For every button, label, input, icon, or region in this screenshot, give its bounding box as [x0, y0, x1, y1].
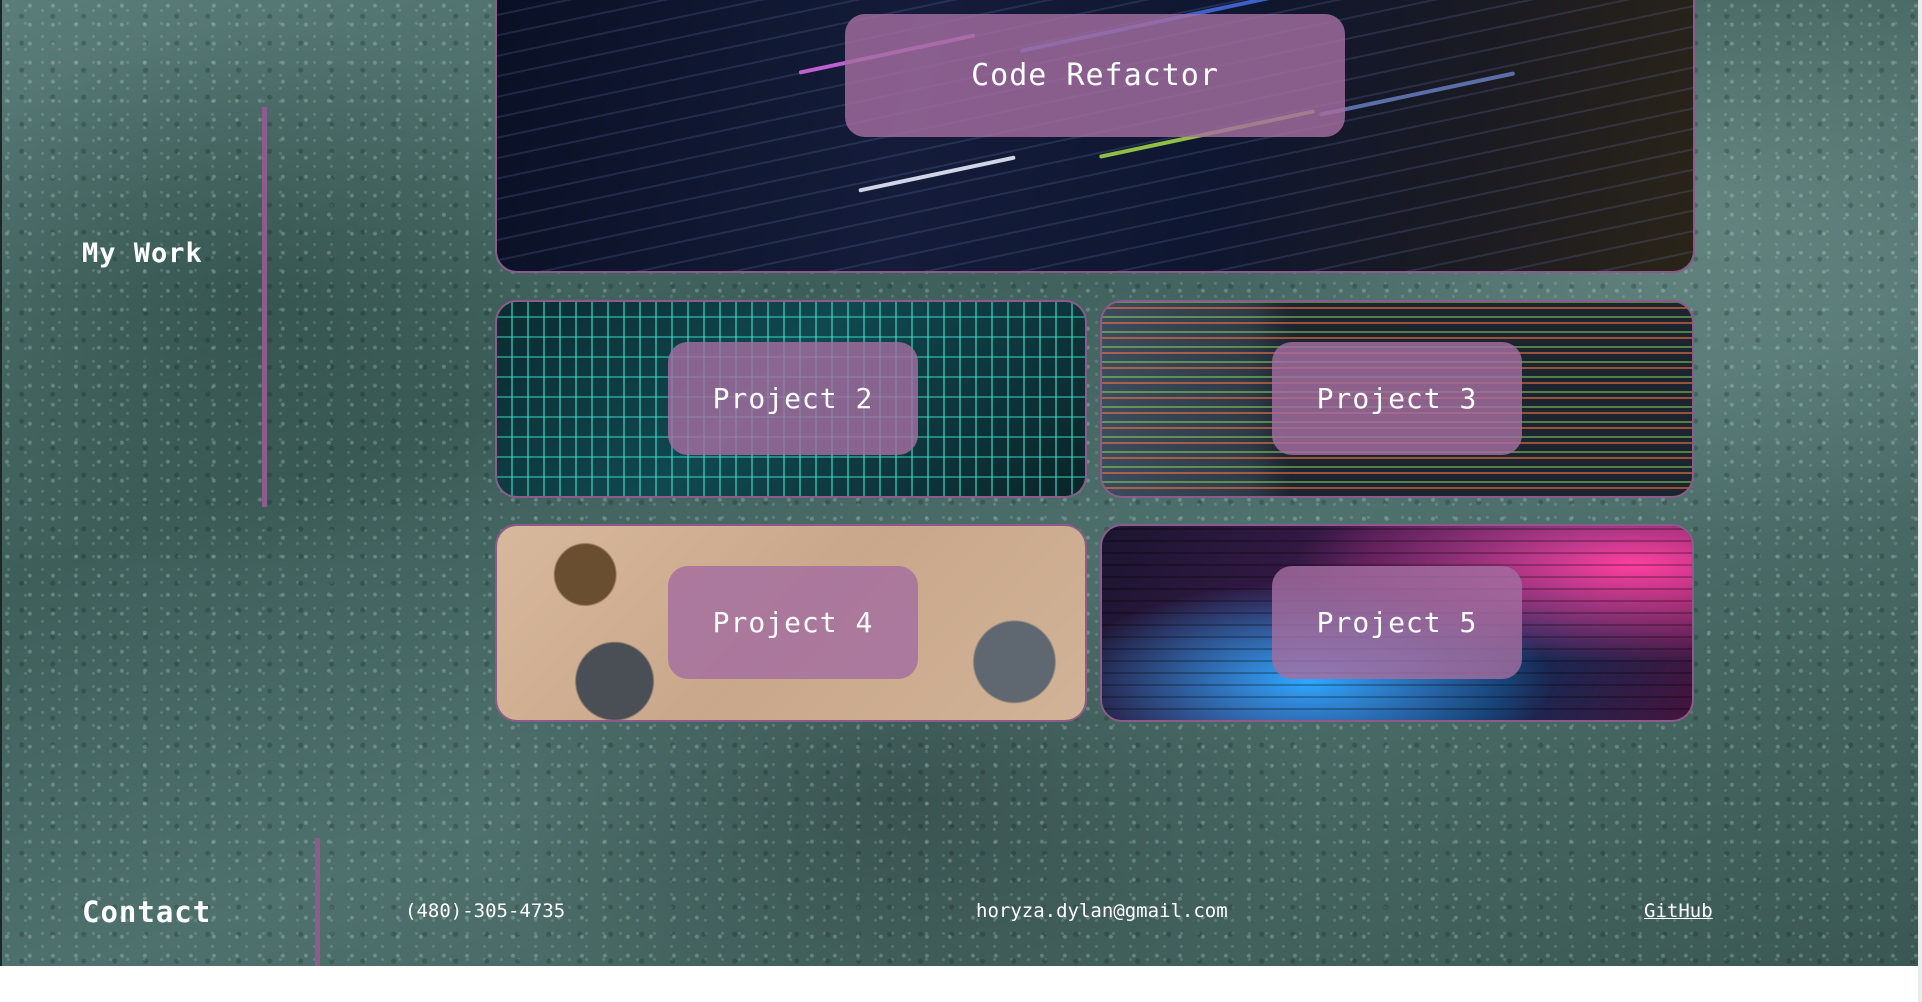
project-label[interactable]: Project 3	[1272, 342, 1522, 455]
my-work-heading: My Work	[82, 238, 203, 269]
project-label[interactable]: Project 4	[668, 566, 918, 679]
github-link[interactable]: GitHub	[1644, 900, 1713, 922]
email-address: horyza.dylan@gmail.com	[976, 900, 1228, 922]
contact-divider	[315, 838, 320, 966]
project-label[interactable]: Project 5	[1272, 566, 1522, 679]
project-card-2[interactable]: Project 2	[495, 300, 1087, 498]
scrollbar-track	[1918, 0, 1922, 1002]
project-card-3[interactable]: Project 3	[1100, 300, 1694, 498]
project-label[interactable]: Project 2	[668, 342, 918, 455]
phone-number: (480)-305-4735	[405, 900, 566, 922]
project-label[interactable]: Code Refactor	[845, 14, 1345, 137]
page-edge	[0, 0, 2, 966]
project-card-4[interactable]: Project 4	[495, 524, 1087, 722]
project-card-5[interactable]: Project 5	[1100, 524, 1694, 722]
contact-heading: Contact	[82, 895, 212, 929]
page-background: My Work Code Refactor Project 2 Project …	[0, 0, 1922, 966]
project-card-code-refactor[interactable]: Code Refactor	[495, 0, 1695, 273]
my-work-divider	[262, 107, 267, 507]
